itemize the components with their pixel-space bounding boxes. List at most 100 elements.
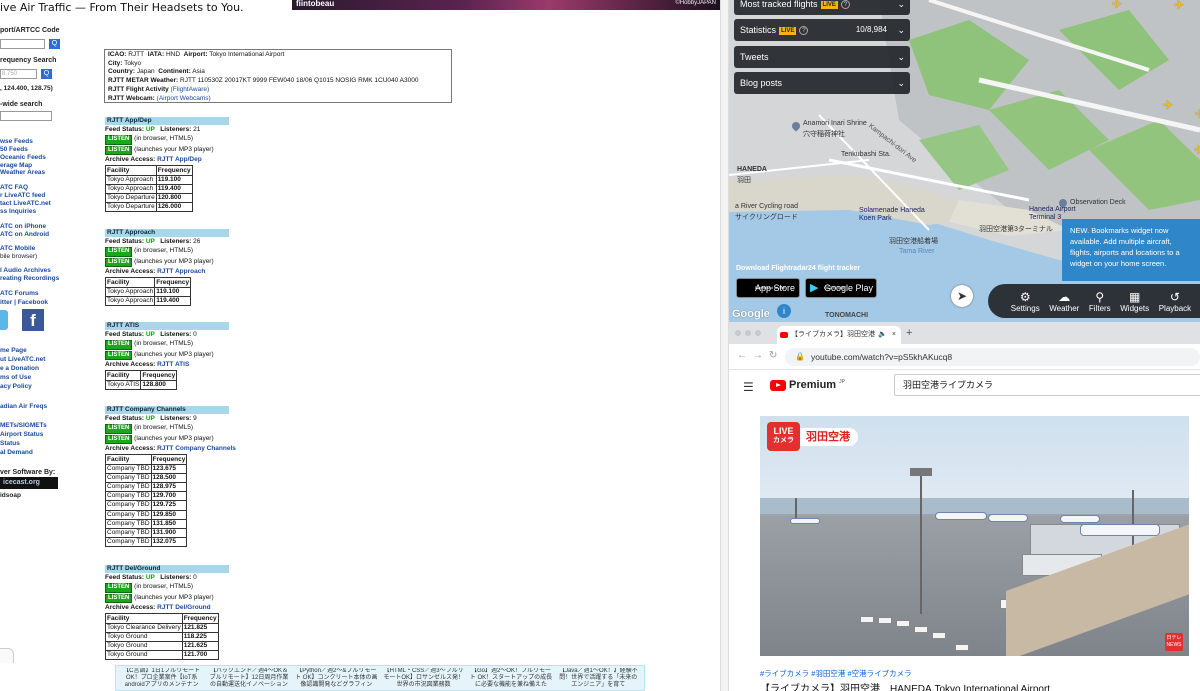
listen-mp3-button[interactable]: LISTEN xyxy=(105,593,133,604)
feed-title: RJTT Company Channels xyxy=(105,406,229,414)
airport-code-input[interactable] xyxy=(0,39,45,49)
listen-mp3-button[interactable]: LISTEN xyxy=(105,257,133,268)
feed-block: RJTT Company Channels Feed Status: UP Lis… xyxy=(105,406,236,548)
ad-item[interactable]: 【HTML・CSS／週3〜フルリモートOK】ロサンゼルス発！世界の市況図業務数 xyxy=(382,668,465,688)
toolbar-filters[interactable]: ⚲ Filters xyxy=(1089,290,1111,313)
listen-mp3-button[interactable]: LISTEN xyxy=(105,434,133,445)
youtube-logo[interactable]: Premium JP xyxy=(770,379,845,391)
archive-label: Archive Access: xyxy=(105,156,156,164)
speaker-icon[interactable]: 🔈 xyxy=(878,326,887,344)
panel-tweets[interactable]: Tweets ⌄ xyxy=(734,46,910,68)
listen-html5-button[interactable]: LISTEN xyxy=(105,424,133,434)
airport-code-go-button[interactable]: Q xyxy=(49,39,60,49)
listen-html5-button[interactable]: LISTEN xyxy=(105,583,133,593)
listen-mp3-button[interactable]: LISTEN xyxy=(105,350,133,361)
sidebar-link-business[interactable]: ss Inquiries xyxy=(0,207,36,216)
archive-link[interactable]: RJTT ATIS xyxy=(157,361,189,368)
frequency-go-button[interactable]: Q xyxy=(41,69,52,79)
panel-statistics[interactable]: Statistics LIVE? 10/8,984 ⌄ xyxy=(734,19,910,41)
wide-search-input[interactable] xyxy=(0,111,52,121)
video-hashtags[interactable]: #ライブカメラ #羽田空港 #空港ライブカメラ xyxy=(760,668,912,679)
help-icon[interactable]: ? xyxy=(799,26,809,36)
archive-link[interactable]: RJTT Approach xyxy=(157,268,205,275)
sidebar-link-android[interactable]: ATC on Android xyxy=(0,230,49,239)
panel-blog-posts[interactable]: Blog posts ⌄ xyxy=(734,72,910,94)
archive-link[interactable]: RJTT Del/Ground xyxy=(157,604,210,611)
panel-most-tracked[interactable]: Most tracked flights LIVE? ⌄ xyxy=(734,0,910,15)
window-divider[interactable] xyxy=(720,0,729,691)
ad-item[interactable]: 【Go】週2〜OK！フルリモート OK！スタートアップの成長に必要な機能を兼ね備… xyxy=(469,668,552,688)
page-corner-tab[interactable] xyxy=(0,648,14,663)
menu-icon[interactable]: ☰ xyxy=(743,380,754,394)
new-tab-icon[interactable]: + xyxy=(906,327,912,339)
listen-mp3-button[interactable]: LISTEN xyxy=(105,145,133,156)
aircraft-icon[interactable]: ✈ xyxy=(1194,143,1200,157)
icecast-logo[interactable]: icecast.org xyxy=(0,477,58,489)
flightaware-link[interactable]: (FlightAware) xyxy=(171,86,210,93)
toolbar-playback[interactable]: ↺ Playback xyxy=(1159,290,1191,313)
listen-html5-button[interactable]: LISTEN xyxy=(105,135,133,145)
archive-link[interactable]: RJTT Company Channels xyxy=(157,445,236,452)
facebook-icon[interactable]: f xyxy=(22,309,44,331)
url-input[interactable]: 🔒 youtube.com/watch?v=pS5khAKucq8 xyxy=(785,348,1200,366)
flightradar-map[interactable]: Most tracked flights LIVE? ⌄ Statistics LIV… xyxy=(729,0,1200,322)
twitter-icon[interactable] xyxy=(0,310,8,330)
toolbar-settings[interactable]: ⚙ Settings xyxy=(1011,290,1040,313)
sidebar-link-weather-areas[interactable]: Weather Areas xyxy=(0,168,45,177)
info-icon[interactable]: i xyxy=(777,304,791,318)
top-ad-banner[interactable]: fiintobeau ©HobbyJAPAN xyxy=(292,0,720,10)
map-label-terminal-jp: 羽田空港第3ターミナル xyxy=(979,226,1053,233)
ad-item[interactable]: 【Python／週2〜&ブルリモート OK】コンクリート本体の画像認識開発などグ… xyxy=(295,668,378,688)
sidebar-link-about[interactable]: ut LiveATC.net xyxy=(0,355,45,364)
video-player[interactable]: LIVE カメラ 羽田空港 日テレ NEWS xyxy=(760,416,1189,656)
archive-link[interactable]: RJTT App/Dep xyxy=(157,156,202,163)
help-icon[interactable]: ? xyxy=(840,0,850,10)
forward-icon[interactable]: → xyxy=(753,350,763,361)
browser-tab[interactable]: 【ライブカメラ】羽田空港 🔈 × xyxy=(777,326,901,344)
sidebar-link-recordings[interactable]: reating Recordings xyxy=(0,274,59,283)
ad-item[interactable]: 【C言語】1日1ブルリモート OK！プロ企業案件【IoT系androidアプリの… xyxy=(120,668,203,688)
live-camera-badge: LIVE カメラ xyxy=(767,422,800,451)
sidebar-link-privacy[interactable]: acy Policy xyxy=(0,382,32,391)
aircraft-icon[interactable]: ✈ xyxy=(1112,0,1122,11)
sidebar-link-terms[interactable]: ms of Use xyxy=(0,373,31,382)
frequency-cell: 121.825 xyxy=(181,622,219,633)
sidebar-link-status[interactable]: Status xyxy=(0,439,20,448)
ad-item[interactable]: 【Java／週1〜OK！】経験不問！世界で活躍する「未来のエンジニア」を育て xyxy=(557,668,640,688)
sidebar-link-home[interactable]: me Page xyxy=(0,346,27,355)
sidebar-link-sigmets[interactable]: METs/SIGMETs xyxy=(0,421,47,430)
sidebar-link-forums[interactable]: ATC Forums xyxy=(0,289,39,298)
listen-html5-button[interactable]: LISTEN xyxy=(105,247,133,257)
window-controls[interactable] xyxy=(735,330,761,336)
city-value: Tokyo xyxy=(124,59,142,67)
aircraft-icon[interactable]: ✈ xyxy=(1163,98,1173,112)
close-tab-icon[interactable]: × xyxy=(892,326,896,344)
sidebar-link-demand[interactable]: al Demand xyxy=(0,448,33,457)
table-row: Tokyo Approach 119.100 xyxy=(105,174,193,185)
toolbar-widgets[interactable]: ▦ Widgets xyxy=(1120,290,1149,313)
back-icon[interactable]: ← xyxy=(737,350,747,361)
sidebar-ices-link[interactable]: idsoap xyxy=(0,491,21,500)
aircraft-icon[interactable]: ✈ xyxy=(1195,107,1200,121)
bookmarks-notice[interactable]: NEW. Bookmarks widget now available. Add… xyxy=(1062,219,1200,281)
sidebar-link-airport-status[interactable]: Airport Status xyxy=(0,430,43,439)
sidebar-link-canadian[interactable]: adian Air Freqs xyxy=(0,402,47,411)
google-play-button[interactable]: ▶ GET IT ON Google Play xyxy=(805,278,877,298)
locate-me-icon[interactable]: ➤ xyxy=(951,285,973,307)
reload-icon[interactable]: ↻ xyxy=(769,350,777,361)
ad-item[interactable]: 【バックエンド／週4〜OK＆ブルリモート】12日周月作業の自動運送化イノベーショ… xyxy=(207,668,290,688)
table-header-row: Facility Frequency xyxy=(104,370,178,381)
frequency-cell: 120.800 xyxy=(155,192,193,204)
toolbar-weather[interactable]: ☁ Weather xyxy=(1049,290,1079,313)
youtube-search-input[interactable]: 羽田空港ライブカメラ xyxy=(894,374,1200,396)
webcam-link[interactable]: (Airport Webcams) xyxy=(157,95,211,102)
listen-html5-button[interactable]: LISTEN xyxy=(105,340,133,350)
sidebar-link-social[interactable]: itter | Facebook xyxy=(0,298,48,307)
map-label-tonomachi: TONOMACHI xyxy=(825,312,869,319)
frequency-input[interactable]: 8.750 xyxy=(0,69,37,79)
bottom-ad-banner[interactable]: 【C言語】1日1ブルリモート OK！プロ企業案件【IoT系androidアプリの… xyxy=(115,665,645,691)
sidebar-link-donate[interactable]: e a Donation xyxy=(0,364,39,373)
aircraft-icon[interactable]: ✈ xyxy=(1174,0,1184,12)
feed-status-value: UP xyxy=(145,238,155,245)
app-store-button[interactable]: Download on the App Store xyxy=(736,278,800,298)
